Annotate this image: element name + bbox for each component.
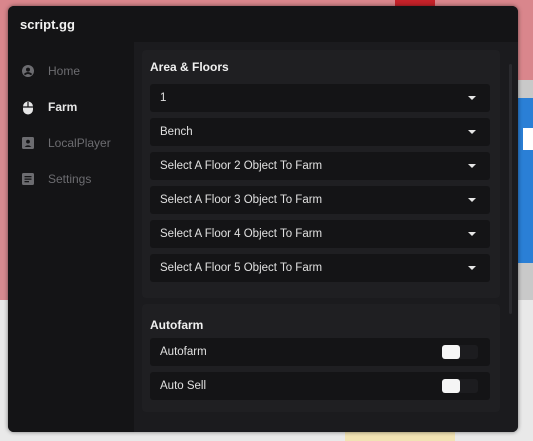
floor-5-dropdown[interactable]: Select A Floor 5 Object To Farm [150,254,490,282]
id-card-icon [22,137,34,149]
sidebar-item-label: LocalPlayer [48,136,111,150]
floor-4-dropdown[interactable]: Select A Floor 4 Object To Farm [150,220,490,248]
sidebar-item-home[interactable]: Home [8,53,134,89]
floor-2-dropdown[interactable]: Select A Floor 2 Object To Farm [150,152,490,180]
script-window: script.gg Home Farm LocalPlayer Settings [8,6,518,432]
dropdown-value: Select A Floor 3 Object To Farm [160,194,323,206]
area-floors-section: Area & Floors 1 Bench Select A Floor 2 O… [142,50,500,298]
window-title: script.gg [20,16,75,32]
mouse-icon [22,101,34,115]
dropdown-value: Select A Floor 5 Object To Farm [160,262,323,274]
chevron-down-icon [468,232,476,236]
sidebar: Home Farm LocalPlayer Settings [8,42,134,432]
sidebar-item-label: Farm [48,100,78,114]
sidebar-item-settings[interactable]: Settings [8,161,134,197]
background-sign [517,98,533,263]
toggle-label: Auto Sell [160,380,207,392]
floor-3-dropdown[interactable]: Select A Floor 3 Object To Farm [150,186,490,214]
dropdown-value: Select A Floor 4 Object To Farm [160,228,323,240]
chevron-down-icon [468,96,476,100]
sidebar-item-localplayer[interactable]: LocalPlayer [8,125,134,161]
toggle-knob [442,379,460,393]
autofarm-section: Autofarm Autofarm Auto Sell [142,304,500,412]
toggle-knob [442,345,460,359]
auto-sell-row: Auto Sell [150,372,490,400]
area-dropdown[interactable]: 1 [150,84,490,112]
title-bar[interactable]: script.gg [8,6,518,42]
section-title: Autofarm [150,318,204,332]
content-scrollbar[interactable] [509,64,512,314]
chevron-down-icon [468,266,476,270]
dropdown-value: Bench [160,126,193,138]
autofarm-row: Autofarm [150,338,490,366]
section-title: Area & Floors [150,60,229,74]
main-content: Area & Floors 1 Bench Select A Floor 2 O… [134,42,518,432]
sidebar-item-label: Home [48,64,81,78]
chevron-down-icon [468,164,476,168]
dropdown-value: 1 [160,92,167,104]
autofarm-toggle[interactable] [442,345,478,359]
sidebar-item-farm[interactable]: Farm [8,89,134,125]
settings-doc-icon [22,173,34,185]
dropdown-value: Select A Floor 2 Object To Farm [160,160,323,172]
auto-sell-toggle[interactable] [442,379,478,393]
sidebar-item-label: Settings [48,172,92,186]
chevron-down-icon [468,130,476,134]
toggle-label: Autofarm [160,346,207,358]
chevron-down-icon [468,198,476,202]
floor-1-dropdown[interactable]: Bench [150,118,490,146]
user-circle-icon [22,65,34,77]
